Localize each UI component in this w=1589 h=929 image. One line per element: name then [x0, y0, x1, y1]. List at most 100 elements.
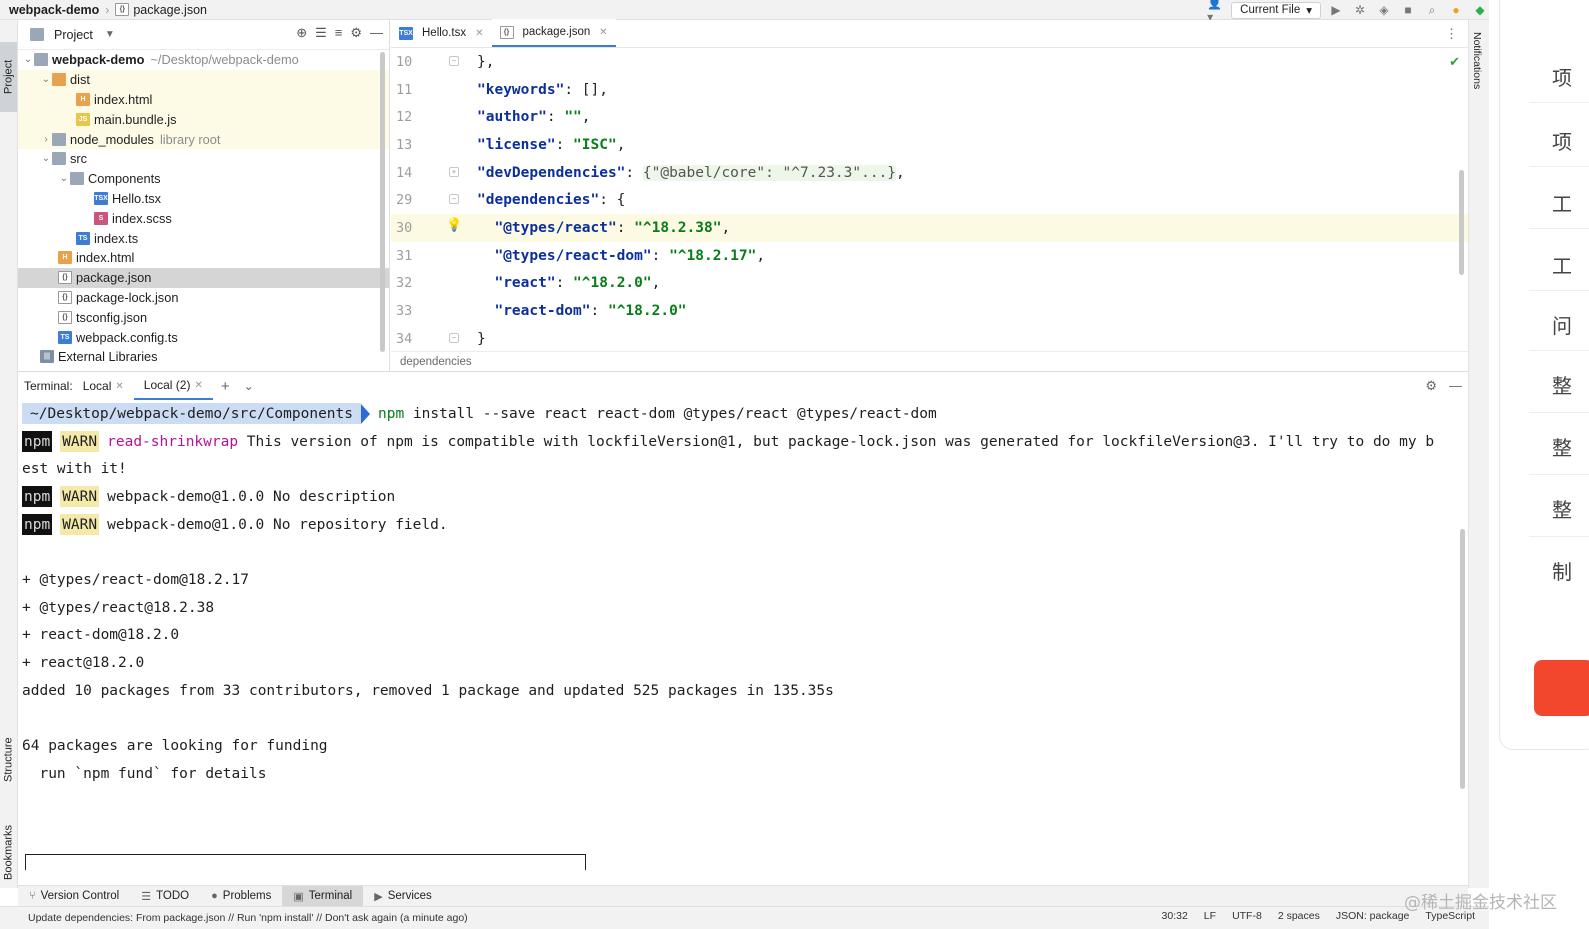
- tree-item-dist-index-html[interactable]: H index.html: [18, 89, 389, 110]
- tree-item-dist[interactable]: ⌄ dist: [18, 69, 389, 90]
- run-icon[interactable]: ▶: [1327, 1, 1345, 19]
- gear-icon[interactable]: ⚙: [350, 25, 362, 41]
- status-message[interactable]: Update dependencies: From package.json /…: [28, 912, 468, 924]
- close-icon[interactable]: ✕: [194, 380, 202, 391]
- terminal-input-box[interactable]: [25, 854, 586, 870]
- expand-all-icon[interactable]: ☰: [315, 25, 327, 41]
- terminal-button[interactable]: ▣ Terminal: [282, 885, 364, 907]
- json-punct: ,: [616, 136, 626, 153]
- collapse-all-icon[interactable]: ≡: [335, 25, 343, 41]
- notifications-tool-tab[interactable]: Notifications: [1471, 32, 1483, 89]
- more-options-icon[interactable]: ⋮: [1445, 26, 1458, 42]
- side-panel: 项 项 工 工 问 整 整 整 制: [1489, 0, 1589, 929]
- side-item[interactable]: 工: [1552, 250, 1572, 279]
- debug-icon[interactable]: ✲: [1351, 1, 1369, 19]
- problems-button[interactable]: ● Problems: [200, 886, 282, 907]
- chevron-down-icon[interactable]: ⌄: [22, 54, 34, 65]
- side-item[interactable]: 工: [1552, 188, 1572, 217]
- tree-item-index-scss[interactable]: S index.scss: [18, 208, 389, 228]
- chevron-right-icon[interactable]: ›: [40, 134, 52, 145]
- ide-logo-icon[interactable]: ◆: [1471, 1, 1489, 19]
- side-item[interactable]: 整: [1552, 370, 1572, 399]
- tree-item-main-bundle-js[interactable]: JS main.bundle.js: [18, 109, 389, 130]
- close-icon[interactable]: ✕: [475, 28, 483, 39]
- json-punct: :: [555, 275, 574, 292]
- close-icon[interactable]: ✕: [599, 27, 607, 38]
- caret-position[interactable]: 30:32: [1162, 910, 1188, 922]
- tab-package-json[interactable]: {} package.json ✕: [491, 19, 616, 47]
- fold-marker-icon[interactable]: −: [449, 194, 459, 205]
- json-key: "dependencies": [477, 192, 600, 209]
- tree-item-index-ts[interactable]: TS index.ts: [18, 228, 389, 248]
- tree-item-webpack-demo[interactable]: ⌄ webpack-demo ~/Desktop/webpack-demo: [18, 50, 389, 70]
- coverage-icon[interactable]: ◈: [1375, 1, 1393, 19]
- structure-tool-tab[interactable]: Structure: [0, 720, 17, 800]
- indent-setting[interactable]: 2 spaces: [1278, 910, 1320, 922]
- plus-icon[interactable]: +: [221, 378, 230, 395]
- tree-item-src[interactable]: ⌄ src: [18, 149, 389, 169]
- tree-item-webpack-config-ts[interactable]: TS webpack.config.ts: [18, 327, 389, 347]
- breadcrumb-file[interactable]: package.json: [133, 3, 207, 17]
- terminal-scrollbar[interactable]: [1460, 529, 1465, 789]
- line-separator[interactable]: LF: [1204, 910, 1216, 922]
- bookmarks-tool-tab[interactable]: Bookmarks: [0, 810, 17, 895]
- editor-scrollbar[interactable]: [1459, 170, 1464, 275]
- tree-item-package-json[interactable]: {} package.json: [18, 267, 389, 288]
- chevron-down-icon[interactable]: ⌄: [40, 153, 52, 164]
- json-punct: ,: [756, 247, 766, 264]
- tree-item-node-modules[interactable]: › node_modules library root: [18, 129, 389, 149]
- side-item[interactable]: 问: [1552, 310, 1572, 339]
- update-icon[interactable]: ●: [1447, 1, 1465, 19]
- tree-item-hello-tsx[interactable]: TSX Hello.tsx: [18, 189, 389, 209]
- stop-icon[interactable]: ■: [1399, 1, 1417, 19]
- fold-marker-icon[interactable]: −: [449, 332, 459, 343]
- tree-item-index-html[interactable]: H index.html: [18, 248, 389, 268]
- services-button[interactable]: ▶ Services: [363, 886, 443, 907]
- terminal-output[interactable]: ~/Desktop/webpack-demo/src/Components npm…: [18, 400, 1468, 788]
- chevron-down-icon[interactable]: ▼: [105, 29, 115, 40]
- chevron-down-icon[interactable]: ⌄: [244, 379, 254, 393]
- tree-item-external-libraries[interactable]: ||| External Libraries: [18, 347, 389, 367]
- breadcrumb-separator: ›: [105, 2, 110, 17]
- todo-button[interactable]: ☰ TODO: [130, 886, 200, 907]
- json-punct: ,: [651, 275, 661, 292]
- project-tool-tab[interactable]: Project: [0, 42, 17, 112]
- chevron-down-icon[interactable]: ⌄: [40, 74, 52, 85]
- gear-icon[interactable]: ⚙: [1425, 378, 1437, 394]
- side-item[interactable]: 整: [1552, 432, 1572, 461]
- side-item[interactable]: 项: [1552, 62, 1572, 91]
- tree-item-tsconfig-json[interactable]: {} tsconfig.json: [18, 307, 389, 327]
- tab-hello-tsx[interactable]: TSX Hello.tsx ✕: [391, 19, 492, 47]
- user-icon[interactable]: 👤▾: [1207, 0, 1225, 24]
- search-icon[interactable]: ⌕: [1423, 1, 1441, 19]
- version-control-button[interactable]: ⑂ Version Control: [18, 886, 130, 907]
- terminal-tab-local-2[interactable]: Local (2) ✕: [133, 372, 213, 400]
- file-encoding[interactable]: UTF-8: [1232, 910, 1262, 922]
- folded-region[interactable]: {"@babel/core": "^7.23.3"...}: [642, 164, 897, 181]
- side-item[interactable]: 项: [1552, 126, 1572, 155]
- minimize-icon[interactable]: —: [370, 25, 383, 41]
- fold-marker-icon[interactable]: −: [449, 56, 459, 66]
- check-icon[interactable]: ✔: [1449, 54, 1460, 70]
- tree-item-package-lock-json[interactable]: {} package-lock.json: [18, 288, 389, 308]
- fold-marker-icon[interactable]: +: [449, 166, 459, 177]
- project-panel-title[interactable]: Project: [54, 28, 93, 42]
- project-scrollbar[interactable]: [380, 52, 385, 352]
- minimize-icon[interactable]: —: [1449, 378, 1462, 394]
- side-item[interactable]: 制: [1552, 556, 1572, 585]
- json-schema[interactable]: JSON: package: [1336, 910, 1410, 922]
- lightbulb-icon[interactable]: 💡: [446, 218, 462, 233]
- run-configuration-select[interactable]: Current File ▾: [1231, 1, 1321, 19]
- side-item[interactable]: 整: [1552, 494, 1572, 523]
- breadcrumb-project[interactable]: webpack-demo: [9, 3, 99, 17]
- close-icon[interactable]: ✕: [115, 381, 123, 392]
- json-file-icon: {}: [58, 310, 72, 324]
- chevron-down-icon[interactable]: ⌄: [58, 173, 70, 184]
- tree-item-components[interactable]: ⌄ Components: [18, 169, 389, 189]
- terminal-tab-local[interactable]: Local ✕: [73, 372, 134, 400]
- json-file-icon: {}: [115, 3, 130, 16]
- code-area[interactable]: 10 − }, 11 "keywords": [], 12 "author": …: [391, 48, 1468, 353]
- editor-breadcrumb[interactable]: dependencies: [391, 351, 1468, 371]
- locate-icon[interactable]: ⊕: [296, 25, 307, 41]
- side-action-button[interactable]: [1534, 660, 1589, 716]
